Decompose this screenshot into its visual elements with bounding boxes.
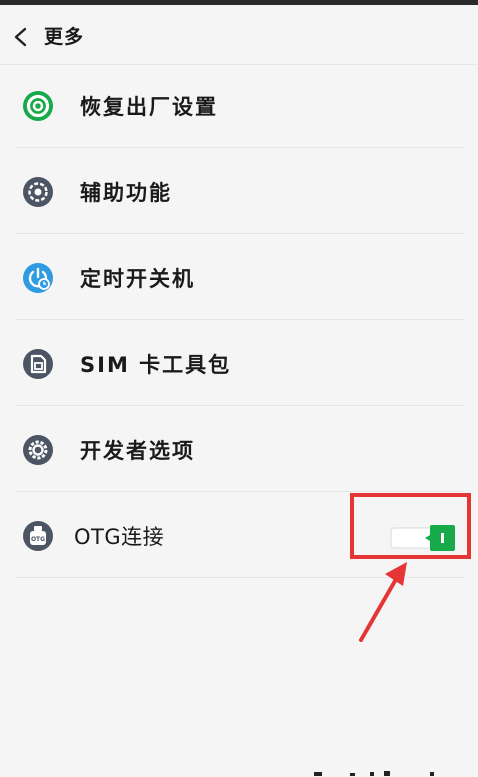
item-label: SIM 卡工具包 bbox=[80, 353, 232, 377]
developer-gear-icon bbox=[23, 435, 53, 465]
list-item-scheduled-power[interactable]: 定时开关机 bbox=[0, 234, 478, 320]
item-label: 定时开关机 bbox=[80, 267, 195, 291]
sim-card-icon bbox=[23, 349, 53, 379]
list-item-developer-options[interactable]: 开发者选项 bbox=[0, 406, 478, 492]
item-label: 恢复出厂设置 bbox=[80, 95, 218, 119]
page-title: 更多 bbox=[44, 26, 85, 48]
annotation-arrow-icon bbox=[359, 562, 407, 642]
item-label: 开发者选项 bbox=[80, 439, 195, 463]
item-label: 辅助功能 bbox=[80, 181, 172, 205]
factory-reset-icon bbox=[23, 91, 53, 121]
otg-icon: OTG bbox=[23, 521, 53, 551]
timer-power-icon bbox=[23, 263, 53, 293]
list-item-factory-reset[interactable]: 恢复出厂设置 bbox=[0, 62, 478, 148]
top-bar: 更多 bbox=[0, 5, 478, 65]
otg-icon-text: OTG bbox=[31, 536, 45, 543]
bottom-edge-marks bbox=[314, 771, 434, 776]
item-label: OTG连接 bbox=[74, 525, 165, 549]
accessibility-icon bbox=[23, 177, 53, 207]
annotation-highlight-box bbox=[350, 493, 471, 559]
back-arrow-icon[interactable] bbox=[12, 27, 30, 47]
list-item-accessibility[interactable]: 辅助功能 bbox=[0, 148, 478, 234]
list-item-sim-toolkit[interactable]: SIM 卡工具包 bbox=[0, 320, 478, 406]
